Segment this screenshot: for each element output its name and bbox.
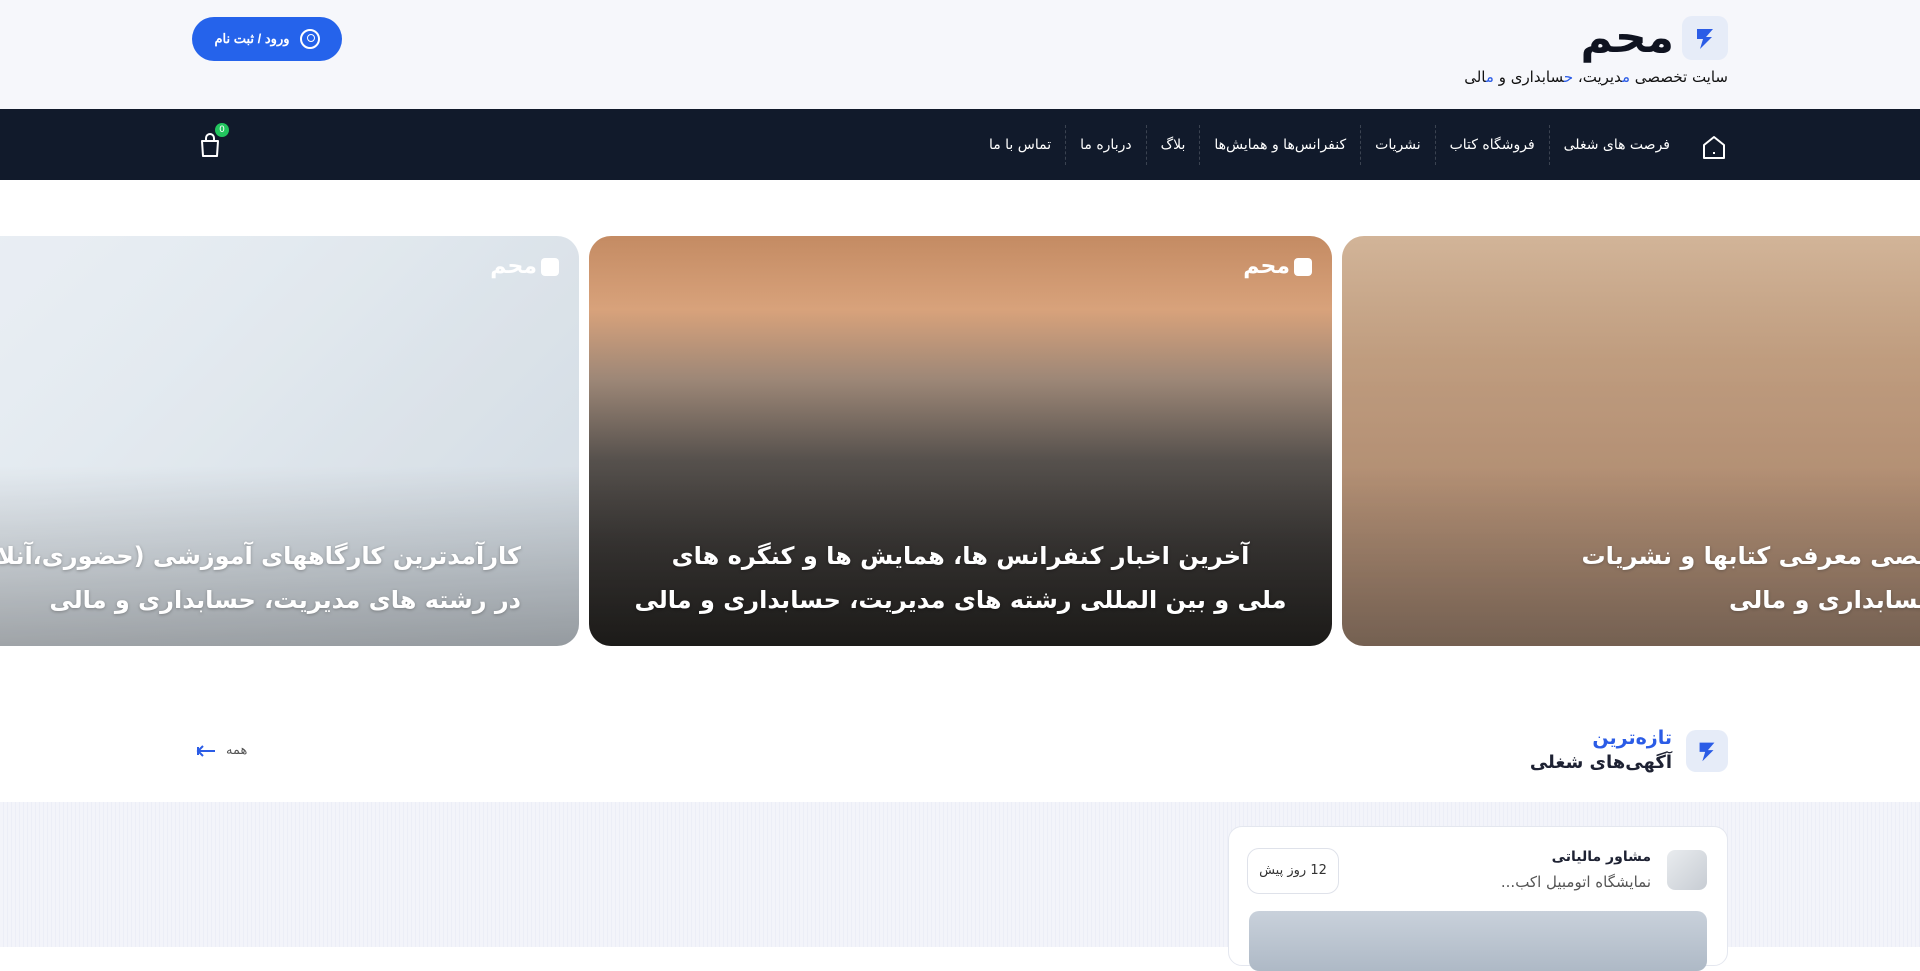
slide-caption: آخرین اخبار کنفرانس ها، همایش ها و کنگره… xyxy=(634,542,1287,614)
see-all-link[interactable]: همه xyxy=(196,743,247,758)
site-logo[interactable]: محم xyxy=(1581,16,1728,60)
job-posted-time: 12 روز پیش xyxy=(1247,848,1339,894)
logo-mark-icon xyxy=(1686,730,1728,772)
job-image xyxy=(1249,911,1707,971)
see-all-label: همه xyxy=(226,743,248,758)
nav-item-publications[interactable]: نشریات xyxy=(1360,124,1434,165)
job-card[interactable]: مشاور مالیاتی نمایشگاه اتومبیل اکب... 12… xyxy=(1228,826,1728,971)
slide-logo: محم xyxy=(490,254,559,279)
cart-count-badge: 0 xyxy=(215,123,229,137)
login-label: ورود / ثبت نام xyxy=(214,31,290,46)
slide-caption: مرجع تخصصی معرفی کتابها و نشریات مدیریت،… xyxy=(1581,542,1920,614)
logo-wordmark: محم xyxy=(1580,12,1676,63)
nav-item-blog[interactable]: بلاگ xyxy=(1145,124,1200,165)
latest-jobs-header: تازه‌ترین آگهی‌های شغلی xyxy=(1530,726,1728,776)
nav-item-conferences[interactable]: کنفرانس‌ها و همایش‌ها xyxy=(1199,124,1360,165)
slide-workshops[interactable]: محم کارآمدترین کارگاههای آموزشی (حضوری،آ… xyxy=(0,236,579,646)
company-logo xyxy=(1667,850,1707,890)
nav-item-contact[interactable]: تماس با ما xyxy=(975,125,1065,165)
logo-mark-icon xyxy=(541,257,559,276)
top-header: محم سایت تخصصی مدیریت، حسابداری و مالی و… xyxy=(0,0,1920,109)
hero-slider[interactable]: محم کارآمدترین کارگاههای آموزشی (حضوری،آ… xyxy=(0,236,1920,646)
slide-books[interactable]: مرجع تخصصی معرفی کتابها و نشریات مدیریت،… xyxy=(1342,236,1920,646)
login-register-button[interactable]: ورود / ثبت نام xyxy=(192,17,342,61)
slide-logo: محم xyxy=(1243,254,1312,279)
job-company: نمایشگاه اتومبیل اکب... xyxy=(1500,873,1651,891)
site-tagline: سایت تخصصی مدیریت، حسابداری و مالی xyxy=(1464,68,1728,86)
job-title[interactable]: مشاور مالیاتی xyxy=(1552,849,1651,865)
arrow-left-icon xyxy=(196,744,215,757)
main-navbar: فرصت های شغلی فروشگاه کتاب نشریات کنفران… xyxy=(0,109,1920,180)
home-icon[interactable] xyxy=(1700,133,1728,161)
section-title: آگهی‌های شغلی xyxy=(1529,752,1672,773)
nav-item-about[interactable]: درباره ما xyxy=(1065,124,1145,165)
nav-item-bookstore[interactable]: فروشگاه کتاب xyxy=(1434,124,1549,165)
nav-menu: فرصت های شغلی فروشگاه کتاب نشریات کنفران… xyxy=(975,109,1684,180)
logo-mark-icon xyxy=(1682,16,1728,60)
logo-mark-icon xyxy=(1294,257,1312,276)
user-icon xyxy=(299,29,320,49)
slide-caption: کارآمدترین کارگاههای آموزشی (حضوری،آنلای… xyxy=(0,542,521,614)
nav-item-jobs[interactable]: فرصت های شغلی xyxy=(1548,124,1684,165)
section-title-accent: تازه‌ترین xyxy=(1592,727,1672,749)
slide-conferences[interactable]: محم آخرین اخبار کنفرانس ها، همایش ها و ک… xyxy=(589,236,1332,646)
